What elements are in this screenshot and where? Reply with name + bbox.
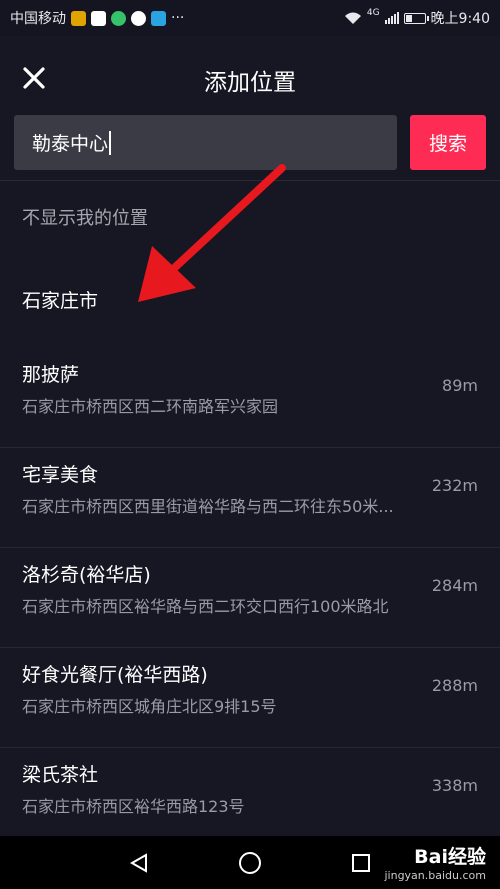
search-input-value: 勒泰中心 (32, 133, 109, 155)
more-notifications-icon: ··· (171, 10, 185, 26)
system-nav-bar: Bai经验 jingyan.baidu.com (0, 836, 500, 889)
status-bar: 中国移动 ··· 4G 晚上9:40 (0, 0, 500, 36)
place-name: 那披萨 (22, 364, 80, 386)
telegram-notification-icon (151, 10, 166, 26)
place-name: 好食光餐厅(裕华西路) (22, 664, 208, 686)
list-item-city[interactable]: 石家庄市 (0, 248, 500, 348)
place-name: 宅享美食 (22, 464, 99, 486)
place-distance: 288m (431, 676, 478, 695)
battery-icon (403, 12, 429, 24)
place-distance: 338m (431, 776, 478, 795)
tiktok-notification-icon (91, 10, 106, 26)
place-address: 石家庄市桥西区裕华路与西二环交口西行100米路北 (22, 597, 389, 616)
app-notification-icon (111, 10, 126, 26)
back-triangle-icon (129, 853, 147, 873)
place-address: 石家庄市桥西区裕华西路123号 (22, 797, 245, 816)
status-left: 中国移动 ··· (10, 8, 184, 28)
home-circle-icon (239, 852, 261, 874)
recents-square-icon (352, 854, 370, 872)
list-item[interactable]: 梁氏茶社 石家庄市桥西区裕华西路123号 338m (0, 748, 500, 848)
network-type: 4G (366, 8, 380, 18)
watermark-brand: Bai经验 (414, 846, 486, 868)
list-item[interactable]: 宅享美食 石家庄市桥西区西里街道裕华路与西二环往东50米... 232m (0, 448, 500, 548)
back-button[interactable] (124, 848, 154, 878)
place-name: 洛杉奇(裕华店) (22, 564, 151, 586)
app-notification-icon (71, 10, 86, 26)
place-address: 石家庄市桥西区西二环南路军兴家园 (22, 397, 279, 416)
place-distance: 284m (431, 576, 478, 595)
place-address: 石家庄市桥西区西里街道裕华路与西二环往东50米... (22, 497, 394, 516)
baidu-jingyan-watermark: Bai经验 jingyan.baidu.com (384, 842, 486, 882)
divider (0, 180, 500, 181)
place-distance: 232m (431, 476, 478, 495)
page-title: 添加位置 (204, 70, 296, 96)
location-list: 石家庄市 那披萨 石家庄市桥西区西二环南路军兴家园 89m 宅享美食 石家庄市桥… (0, 248, 500, 848)
carrier-label: 中国移动 (10, 11, 66, 27)
status-right: 4G 晚上9:40 (344, 8, 490, 28)
hide-location-option[interactable]: 不显示我的位置 (22, 204, 148, 230)
search-button[interactable]: 搜索 (410, 115, 486, 170)
list-item[interactable]: 那披萨 石家庄市桥西区西二环南路军兴家园 89m (0, 348, 500, 448)
clock: 晚上9:40 (430, 11, 490, 27)
app-notification-icon (131, 10, 146, 26)
header: 添加位置 (0, 36, 500, 120)
place-name: 梁氏茶社 (22, 764, 99, 786)
recents-button[interactable] (346, 848, 376, 878)
city-name: 石家庄市 (22, 290, 99, 312)
place-address: 石家庄市桥西区城角庄北区9排15号 (22, 697, 277, 716)
list-item[interactable]: 好食光餐厅(裕华西路) 石家庄市桥西区城角庄北区9排15号 288m (0, 648, 500, 748)
text-caret (109, 130, 112, 155)
list-item[interactable]: 洛杉奇(裕华店) 石家庄市桥西区裕华路与西二环交口西行100米路北 284m (0, 548, 500, 648)
search-input[interactable]: 勒泰中心 (14, 115, 397, 170)
wifi-icon (344, 12, 361, 24)
signal-icon (384, 12, 399, 24)
place-distance: 89m (442, 376, 478, 395)
home-button[interactable] (235, 848, 265, 878)
watermark-url: jingyan.baidu.com (384, 869, 486, 882)
